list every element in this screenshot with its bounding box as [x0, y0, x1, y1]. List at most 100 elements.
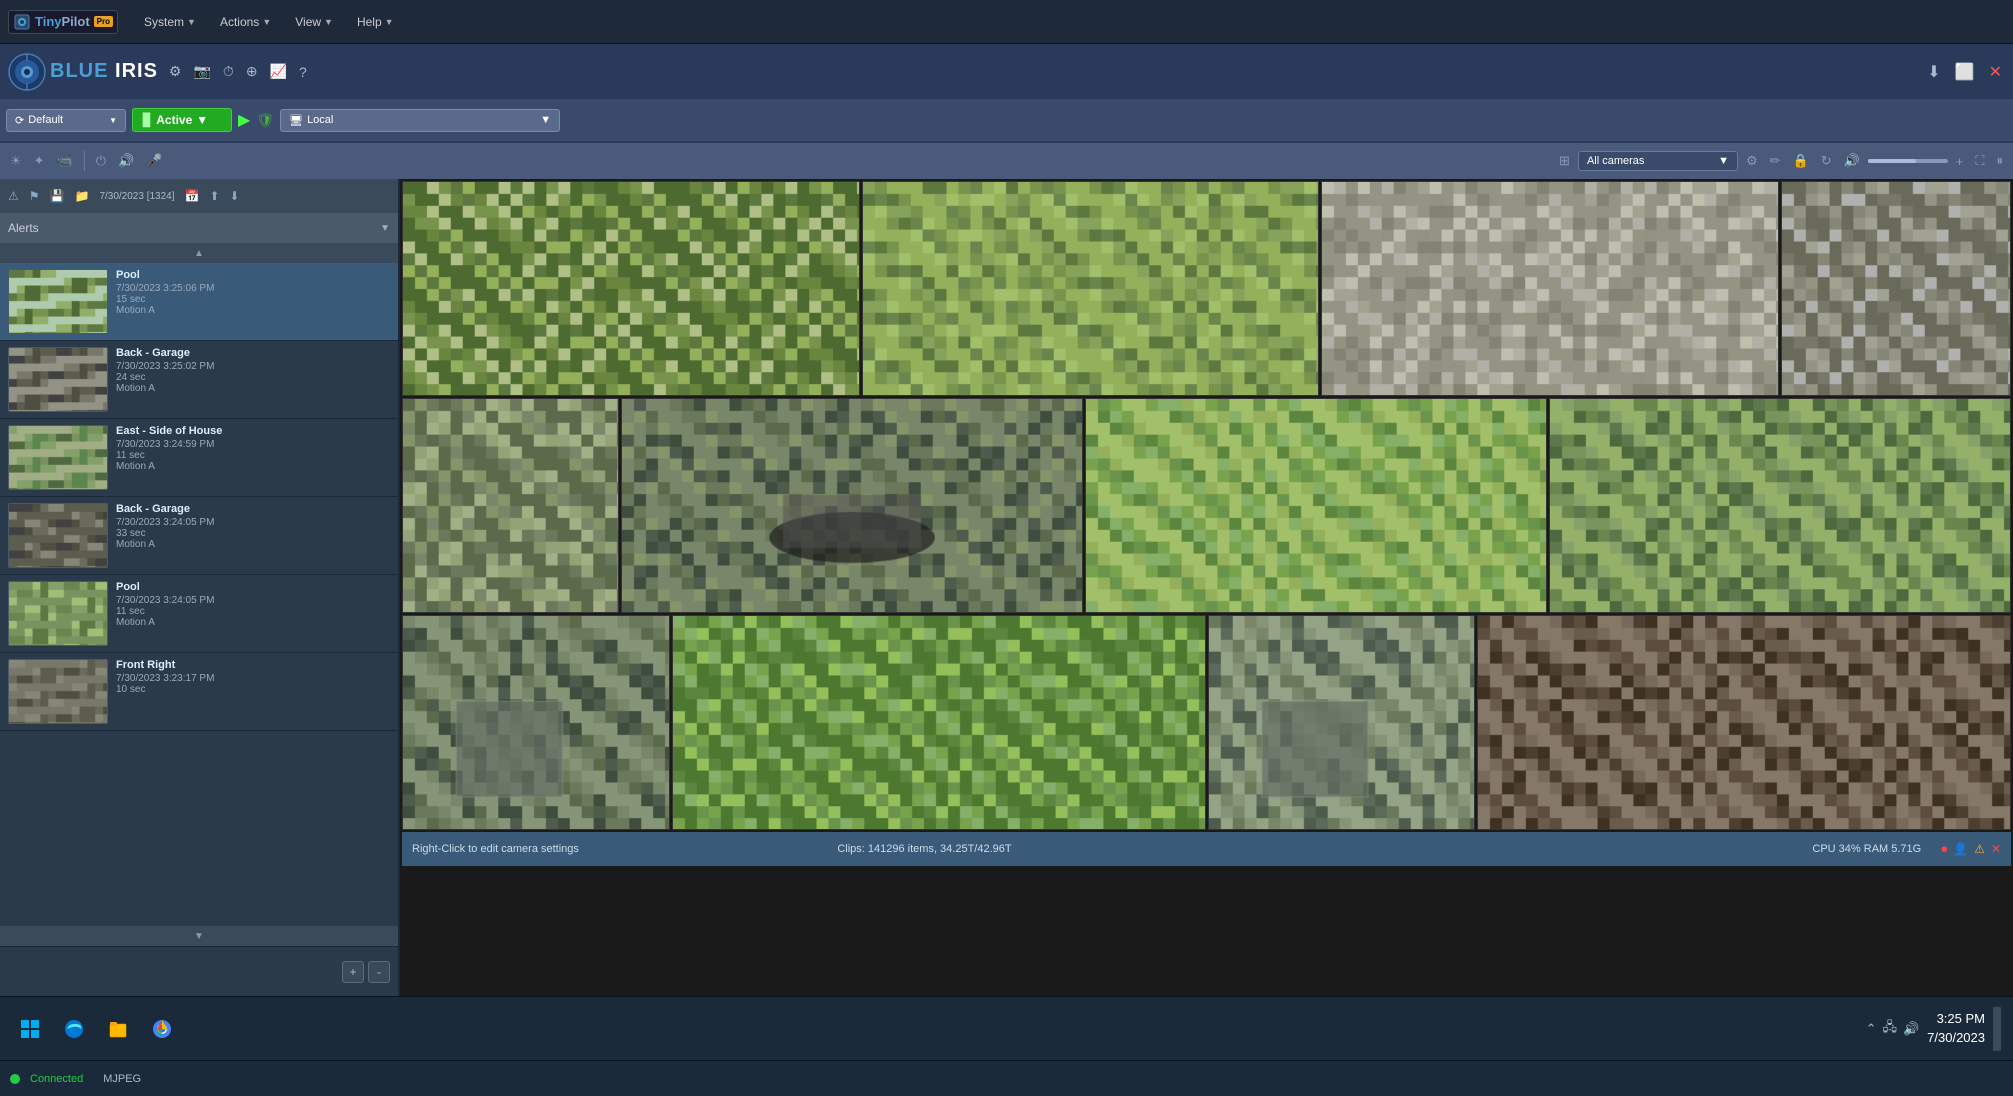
alert-item[interactable]: Front Right 7/30/2023 3:23:17 PM 10 sec	[0, 653, 398, 731]
video-icon[interactable]: 📹	[53, 150, 77, 172]
pro-badge: Pro	[94, 16, 113, 27]
taskbar-up-arrow[interactable]: ⌃	[1866, 1021, 1877, 1037]
gear-icon[interactable]: ⚙	[166, 60, 185, 83]
mic-icon[interactable]: 🎤	[142, 150, 166, 172]
zoom-in-button[interactable]: +	[342, 961, 364, 983]
play-button[interactable]: ▶	[238, 110, 250, 130]
sb-alert-icon[interactable]: ⚠	[4, 186, 23, 206]
crosshair-icon[interactable]: ⊕	[243, 60, 261, 83]
zoom-out-button[interactable]: -	[368, 961, 390, 983]
alert-info: Pool 7/30/2023 3:24:05 PM 11 sec Motion …	[116, 581, 390, 628]
alert-item[interactable]: Back - Garage 7/30/2023 3:25:02 PM 24 se…	[0, 341, 398, 419]
alert-info: East - Side of House 7/30/2023 3:24:59 P…	[116, 425, 390, 472]
clock-icon[interactable]: ⏱	[220, 60, 237, 83]
taskbar-network-icon[interactable]: 🖧	[1882, 1018, 1897, 1040]
taskbar-sound-icon[interactable]: 🔊	[1903, 1021, 1919, 1037]
camera-icon[interactable]: 📷	[190, 60, 213, 83]
sb-down-icon[interactable]: ⬇	[226, 186, 244, 206]
alert-item[interactable]: Pool 7/30/2023 3:25:06 PM 15 sec Motion …	[0, 263, 398, 341]
external-icon[interactable]: ⬜	[1952, 59, 1978, 85]
menu-actions[interactable]: Actions ▼	[210, 11, 281, 33]
menu-help[interactable]: Help ▼	[347, 11, 404, 33]
camera-cell-3[interactable]	[1321, 181, 1779, 396]
sb-up-icon[interactable]: ⬆	[205, 186, 223, 206]
sb-calendar-icon[interactable]: 📅	[181, 186, 204, 206]
cam-edit-icon[interactable]: ✏	[1766, 150, 1785, 172]
alert-thumbnail	[8, 503, 108, 568]
alert-type: Motion A	[116, 383, 390, 394]
cam-settings-icon[interactable]: ⚙	[1742, 150, 1762, 172]
alert-name: Back - Garage	[116, 347, 390, 359]
camera-row-2	[402, 398, 2011, 613]
logo-box: TinyPilot Pro	[8, 10, 118, 34]
explorer-button[interactable]	[100, 1015, 136, 1043]
warning-icon: ⚠	[1974, 842, 1985, 856]
default-dropdown[interactable]: ⟳ Default ▼	[6, 109, 126, 132]
app-logo: TinyPilot Pro	[8, 10, 118, 34]
volume-slider[interactable]	[1868, 159, 1948, 163]
cam-refresh-icon[interactable]: ↻	[1817, 150, 1836, 172]
status-cpu: CPU 34% RAM 5.71G	[1270, 843, 1921, 855]
sb-flag-icon[interactable]: ⚑	[25, 186, 44, 206]
camera-canvas-8	[1550, 399, 2010, 612]
time-display: 3:25 PM	[1927, 1010, 1985, 1028]
show-desktop-button[interactable]	[1993, 1007, 2001, 1051]
grid-icon[interactable]: ⊞	[1555, 150, 1574, 172]
camera-canvas-2	[863, 182, 1319, 395]
camera-cell-9[interactable]	[402, 615, 670, 830]
scroll-down-button[interactable]: ▼	[0, 926, 398, 946]
chrome-button[interactable]	[144, 1015, 180, 1043]
alert-name: Front Right	[116, 659, 390, 671]
camera-cell-11[interactable]	[1208, 615, 1476, 830]
camera-cell-1[interactable]	[402, 181, 860, 396]
cam-lock-icon[interactable]: 🔒	[1789, 150, 1813, 172]
camera-cell-2[interactable]	[862, 181, 1320, 396]
alert-thumbnail	[8, 269, 108, 334]
camera-row-3	[402, 615, 2011, 830]
alerts-bar: Alerts ▼	[0, 213, 398, 243]
workspace: ⚠ ⚑ 💾 📁 7/30/2023 [1324] 📅 ⬆ ⬇ Alerts ▼ …	[0, 179, 2013, 996]
start-button[interactable]	[12, 1015, 48, 1043]
menu-view[interactable]: View ▼	[285, 11, 343, 33]
camera-cell-6[interactable]	[621, 398, 1083, 613]
camera-canvas-6	[622, 399, 1082, 612]
download-icon[interactable]: ⬇	[1924, 59, 1943, 85]
alert-item[interactable]: Pool 7/30/2023 3:24:05 PM 11 sec Motion …	[0, 575, 398, 653]
menu-system[interactable]: System ▼	[134, 11, 206, 33]
local-dropdown[interactable]: 🖥 Local ▼	[280, 109, 560, 132]
audio-icon[interactable]: 🔊	[114, 150, 138, 172]
zoom-in-icon[interactable]: +	[1952, 151, 1968, 172]
power-icon[interactable]: ⏻	[92, 150, 110, 172]
all-cameras-dropdown[interactable]: All cameras ▼	[1578, 151, 1738, 171]
scroll-up-button[interactable]: ▲	[0, 243, 398, 263]
active-button[interactable]: ▊ Active ▼	[132, 108, 232, 132]
close-titlebar-icon[interactable]: ✕	[1986, 59, 2005, 85]
camera-cell-4[interactable]	[1781, 181, 2011, 396]
alerts-dropdown-arrow[interactable]: ▼	[380, 223, 390, 234]
recording-icon: ⏺	[1941, 842, 1947, 857]
alert-info: Back - Garage 7/30/2023 3:25:02 PM 24 se…	[116, 347, 390, 394]
alert-item[interactable]: Back - Garage 7/30/2023 3:24:05 PM 33 se…	[0, 497, 398, 575]
pause-icon[interactable]: ⏸	[1993, 150, 2008, 172]
edge-button[interactable]	[56, 1015, 92, 1043]
status-close-icon[interactable]: ✕	[1991, 842, 2001, 856]
shield-button[interactable]: 🛡	[256, 112, 274, 129]
camera-cell-8[interactable]	[1549, 398, 2011, 613]
camera-cell-12[interactable]	[1477, 615, 2011, 830]
fullscreen-icon[interactable]: ⛶	[1971, 150, 1988, 172]
status-hint: Right-Click to edit camera settings	[412, 843, 579, 855]
question-icon[interactable]: ?	[296, 61, 310, 83]
cam-volume-icon[interactable]: 🔊	[1840, 150, 1864, 172]
sb-save-icon[interactable]: 💾	[46, 186, 69, 206]
chart-icon[interactable]: 📈	[267, 60, 290, 83]
alert-item[interactable]: East - Side of House 7/30/2023 3:24:59 P…	[0, 419, 398, 497]
bi-logo: BLUE IRIS	[8, 53, 158, 91]
sb-folder-icon[interactable]: 📁	[70, 186, 93, 206]
star-icon[interactable]: ✦	[30, 150, 49, 172]
chrome-icon	[152, 1019, 172, 1039]
camera-cell-7[interactable]	[1085, 398, 1547, 613]
camera-cell-10[interactable]	[672, 615, 1206, 830]
camera-cell-5[interactable]	[402, 398, 619, 613]
alert-name: Pool	[116, 581, 390, 593]
sun-icon[interactable]: ☀	[6, 150, 26, 172]
